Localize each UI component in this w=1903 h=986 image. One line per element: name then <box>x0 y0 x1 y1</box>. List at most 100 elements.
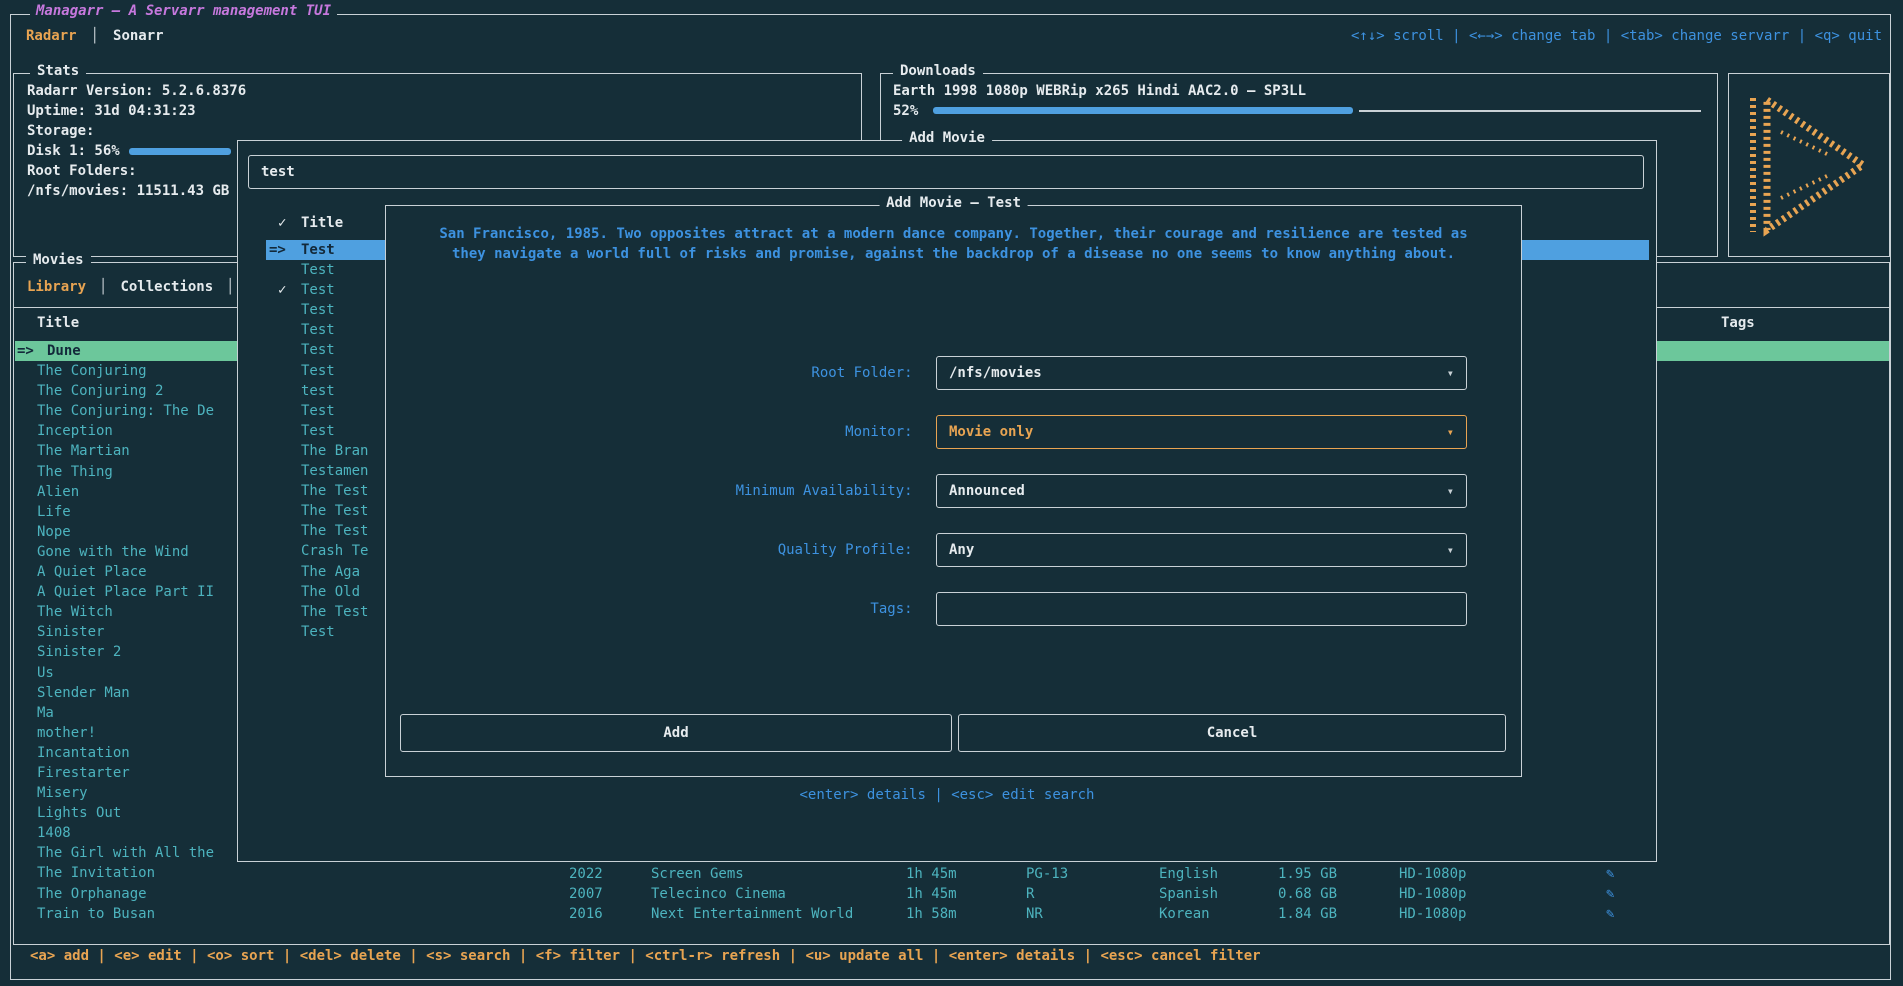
result-title: The Test <box>301 521 368 541</box>
cell-language: Korean <box>1159 904 1210 924</box>
result-title: Test <box>301 401 335 421</box>
cell-runtime: 1h 58m <box>906 904 957 924</box>
movie-search-input[interactable]: test <box>248 155 1644 189</box>
selection-arrow: => <box>269 240 286 260</box>
servarr-tabbar: Radarr│Sonarr <box>26 28 178 44</box>
table-row[interactable]: 2007 Telecinco Cinema 1h 45m R Spanish 0… <box>14 884 1889 904</box>
logo-panel <box>1728 73 1890 257</box>
cell-rating: R <box>1026 884 1034 904</box>
movie-title: The Thing <box>37 462 113 482</box>
movie-title: Ma <box>37 703 54 723</box>
result-title: Test <box>301 300 335 320</box>
result-title: Test <box>301 421 335 441</box>
table-row[interactable]: 2016 Next Entertainment World 1h 58m NR … <box>14 904 1889 924</box>
field-label: Minimum Availability: <box>386 474 921 508</box>
search-input-value: test <box>261 156 295 188</box>
cell-quality: HD-1080p <box>1399 884 1466 904</box>
cell-studio: Telecinco Cinema <box>651 884 786 904</box>
movie-title: Nope <box>37 522 71 542</box>
chevron-down-icon: ▾ <box>1447 357 1454 389</box>
monitored-icon: ✎ <box>1606 884 1614 904</box>
field-dropdown[interactable]: Movie only ▾ <box>936 415 1467 449</box>
result-title: The Aga <box>301 562 360 582</box>
radarr-version: Radarr Version: 5.2.6.8376 <box>27 83 246 99</box>
add-movie-keybinds-help: <enter> details | <esc> edit search <box>238 787 1656 803</box>
downloads-panel-title: Downloads <box>893 63 983 79</box>
cell-size: 0.68 GB <box>1278 884 1337 904</box>
movies-panel-title: Movies <box>26 252 91 268</box>
checkmark-icon: ✓ <box>278 215 286 231</box>
cell-year: 2016 <box>569 904 603 924</box>
result-title: Test <box>301 361 335 381</box>
movie-title: Us <box>37 663 54 683</box>
cell-language: Spanish <box>1159 884 1218 904</box>
stats-panel-title: Stats <box>30 63 86 79</box>
cell-size: 1.95 GB <box>1278 864 1337 884</box>
field-dropdown[interactable]: Any ▾ <box>936 533 1467 567</box>
cell-year: 2007 <box>569 884 603 904</box>
modal-title: Add Movie – Test <box>879 195 1028 211</box>
field-dropdown[interactable] <box>936 592 1467 626</box>
table-row[interactable]: 2022 Screen Gems 1h 45m PG-13 English 1.… <box>14 864 1889 884</box>
form-field-row: Quality Profile: Any ▾ <box>386 533 1521 567</box>
download-progress-bar <box>933 107 1353 114</box>
movie-title: Gone with the Wind <box>37 542 189 562</box>
movie-title: The Witch <box>37 602 113 622</box>
managarr-screen: Managarr – A Servarr management TUI Rada… <box>0 0 1903 986</box>
result-title: Test <box>301 280 335 300</box>
add-button[interactable]: Add <box>400 714 952 752</box>
movie-title: 1408 <box>37 823 71 843</box>
movie-title: mother! <box>37 723 96 743</box>
uptime: Uptime: 31d 04:31:23 <box>27 103 196 119</box>
movie-title: Incantation <box>37 743 130 763</box>
cancel-button[interactable]: Cancel <box>958 714 1506 752</box>
monitored-icon: ✎ <box>1606 904 1614 924</box>
result-title: Test <box>301 260 335 280</box>
cell-quality: HD-1080p <box>1399 904 1466 924</box>
download-item-name: Earth 1998 1080p WEBRip x265 Hindi AAC2.… <box>893 83 1306 99</box>
field-value: Announced <box>949 475 1025 507</box>
movie-title: A Quiet Place <box>37 562 147 582</box>
field-dropdown[interactable]: Announced ▾ <box>936 474 1467 508</box>
movie-description: San Francisco, 1985. Two opposites attra… <box>386 224 1521 264</box>
result-title: The Test <box>301 602 368 622</box>
app-title: Managarr – A Servarr management TUI <box>30 3 337 19</box>
column-header-tags: Tags <box>1721 315 1755 331</box>
checkmark-icon: ✓ <box>278 280 286 300</box>
cell-rating: PG-13 <box>1026 864 1068 884</box>
monitored-icon: ✎ <box>1606 864 1614 884</box>
storage-label: Storage: <box>27 123 94 139</box>
result-title: test <box>301 381 335 401</box>
movie-title: Slender Man <box>37 683 130 703</box>
cell-rating: NR <box>1026 904 1043 924</box>
tab-radarr[interactable]: Radarr <box>26 28 77 44</box>
movie-title: Lights Out <box>37 803 121 823</box>
root-folders-label: Root Folders: <box>27 163 137 179</box>
cell-quality: HD-1080p <box>1399 864 1466 884</box>
field-dropdown[interactable]: /nfs/movies ▾ <box>936 356 1467 390</box>
movie-title: Life <box>37 502 71 522</box>
result-title: Crash Te <box>301 541 368 561</box>
cell-studio: Screen Gems <box>651 864 744 884</box>
chevron-down-icon: ▾ <box>1447 534 1454 566</box>
tab-sonarr[interactable]: Sonarr <box>113 28 164 44</box>
cell-runtime: 1h 45m <box>906 884 957 904</box>
t ab-collections[interactable]: Collections <box>120 279 213 295</box>
movies-tab-separator: │ <box>226 279 234 295</box>
movie-title: The Conjuring <box>37 361 147 381</box>
result-title: The Test <box>301 501 368 521</box>
movie-title: The Girl with All the <box>37 843 214 863</box>
tab-library[interactable]: Library <box>27 279 86 295</box>
column-header-title: Title <box>37 315 79 331</box>
result-title: The Test <box>301 481 368 501</box>
form-field-row: Minimum Availability: Announced ▾ <box>386 474 1521 508</box>
movie-title: Dune <box>47 341 81 361</box>
root-folder-value: /nfs/movies: 11511.43 GB <box>27 183 229 199</box>
download-progress-track <box>1359 110 1701 112</box>
add-movie-panel-title: Add Movie <box>902 130 992 146</box>
form-field-row: Tags: <box>386 592 1521 626</box>
cell-studio: Next Entertainment World <box>651 904 853 924</box>
field-label: Quality Profile: <box>386 533 921 567</box>
result-title: Testamen <box>301 461 368 481</box>
movie-title: Alien <box>37 482 79 502</box>
